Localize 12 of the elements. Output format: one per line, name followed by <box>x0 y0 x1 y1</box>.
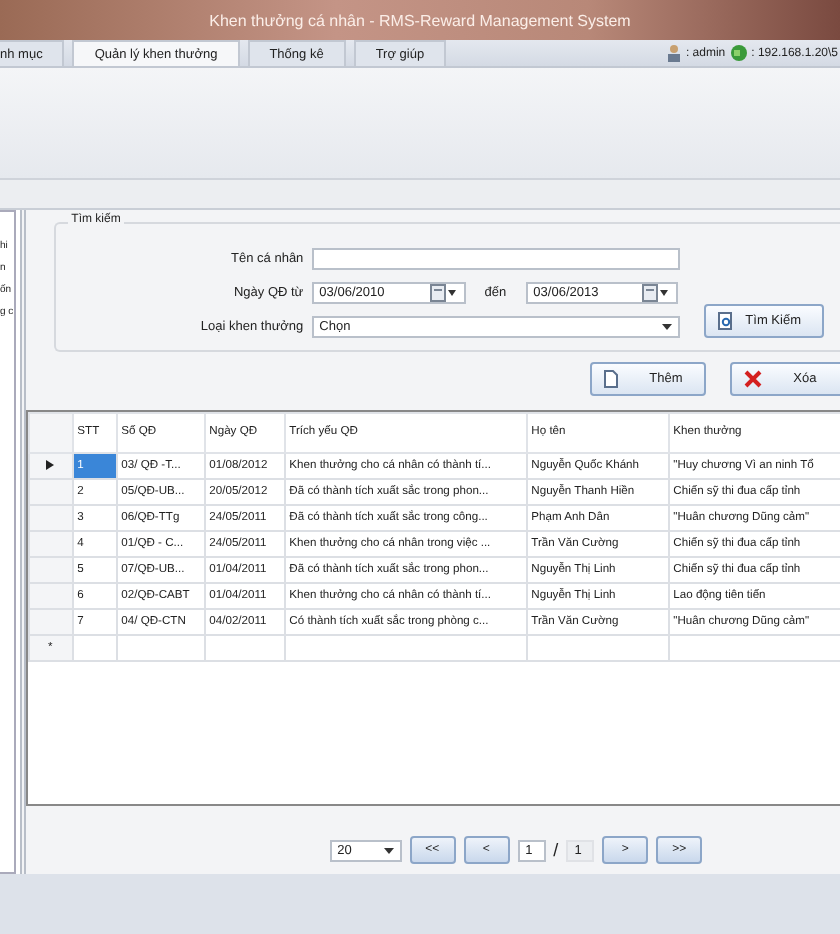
name-field[interactable] <box>311 247 680 269</box>
dropdown-arrow-icon[interactable] <box>661 323 672 329</box>
calendar-icon[interactable] <box>429 283 458 301</box>
current-row-icon <box>46 459 55 469</box>
window-title: Khen thưởng cá nhân - RMS-Reward Management System <box>209 11 631 29</box>
search-icon <box>717 311 734 329</box>
user-icon <box>665 44 682 62</box>
dropdown-arrow-icon[interactable] <box>383 847 394 853</box>
calendar-icon[interactable] <box>641 283 670 301</box>
page-separator: / <box>553 840 559 860</box>
close-icon <box>743 370 762 388</box>
document-icon <box>603 370 618 388</box>
